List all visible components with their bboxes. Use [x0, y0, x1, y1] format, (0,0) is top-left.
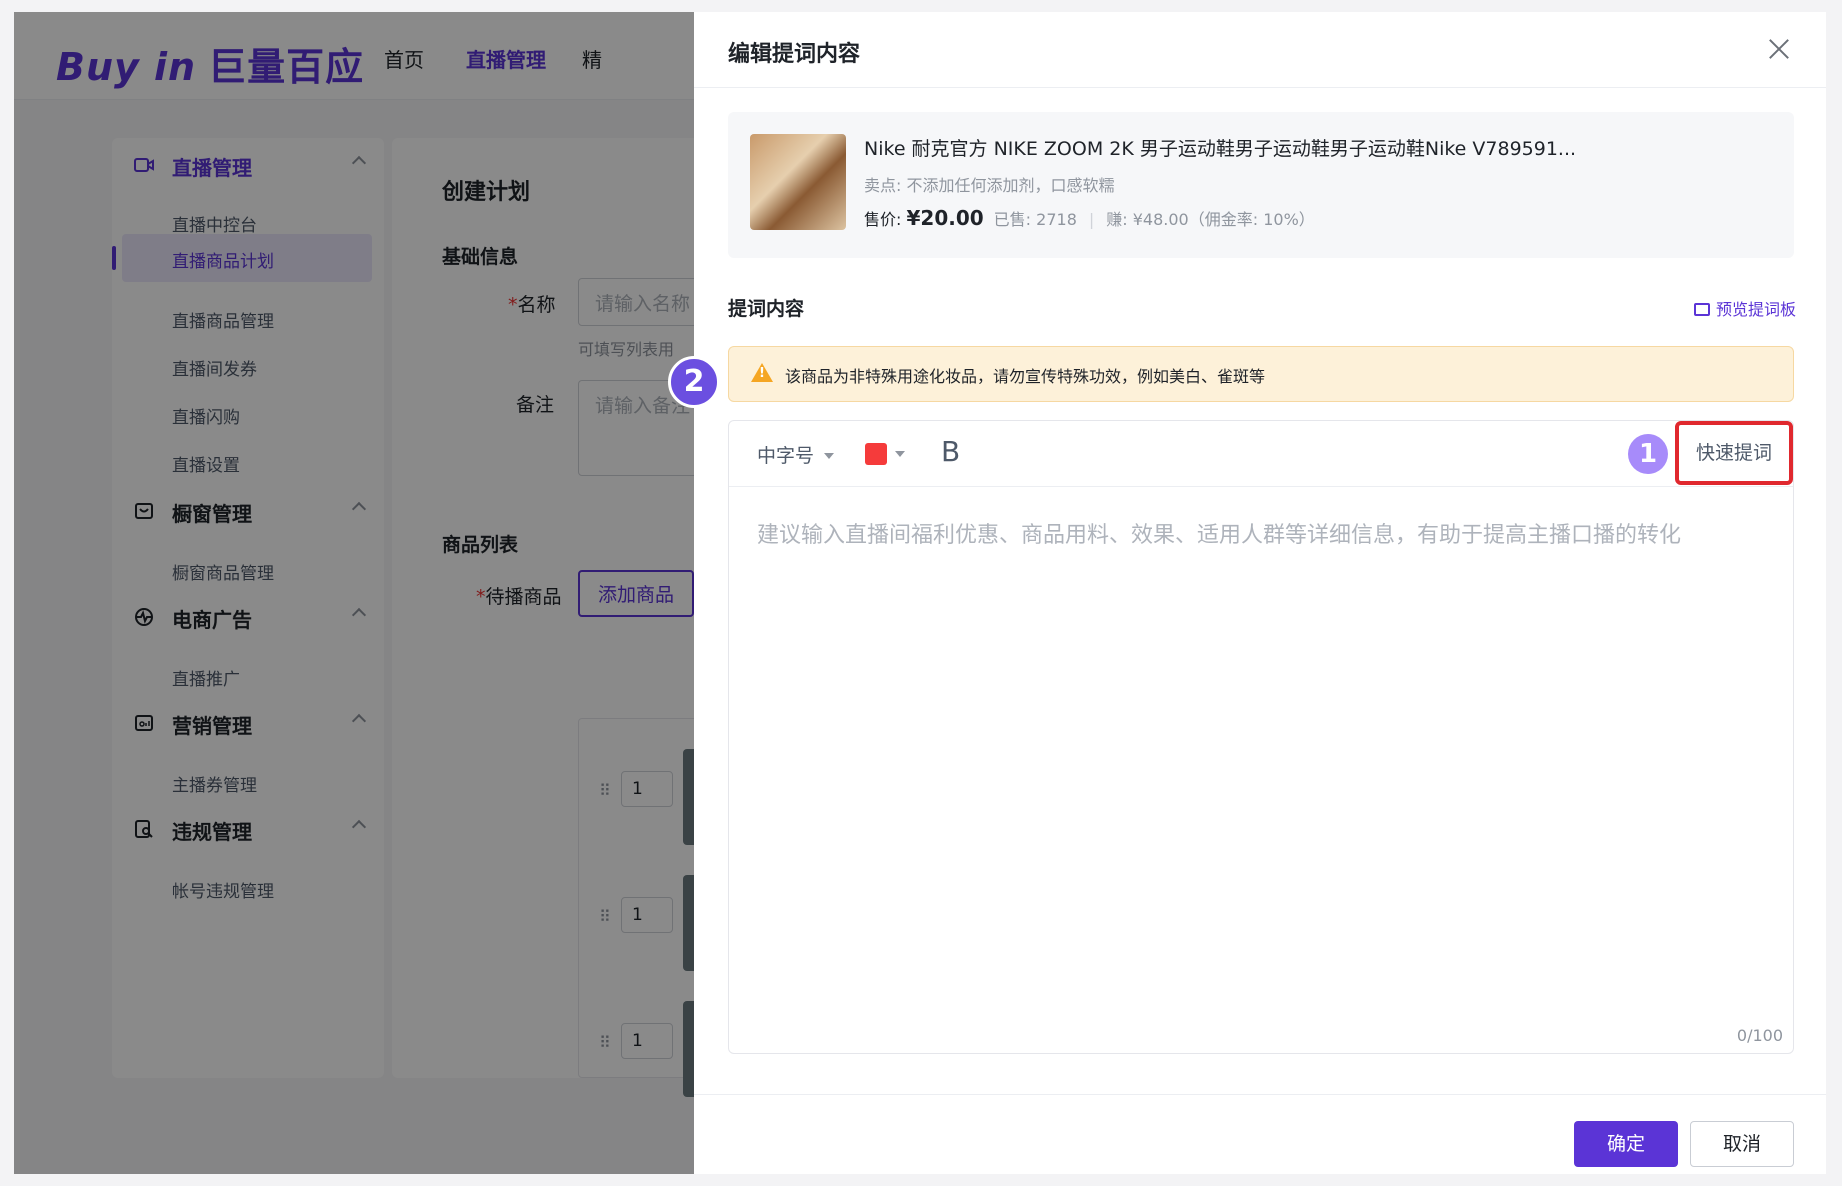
prompt-section-title: 提词内容 [728, 298, 805, 320]
drawer-footer: 确定 取消 [694, 1094, 1826, 1174]
quick-prompt-button[interactable]: 快速提词 [1675, 421, 1793, 485]
prompt-editor[interactable]: 中字号 B 快速提词 建议输入直播间福利优惠、商品用料、效果、适用人群等详细信息… [728, 420, 1794, 1054]
price-value: ¥20.00 [906, 206, 984, 230]
app-window: Buy in 巨量百应 首页 直播管理 精 直播管理 直播中控台 直播商品计划 直… [14, 12, 1826, 1174]
preview-board-link[interactable]: 预览提词板 [1693, 296, 1796, 320]
product-price-line: 售价: ¥20.00 已售: 2718 | 赚: ¥48.00（佣金率: 10%） [864, 206, 1315, 230]
drawer-title: 编辑提词内容 [728, 42, 861, 67]
product-card: Nike 耐克官方 NIKE ZOOM 2K 男子运动鞋男子运动鞋男子运动鞋Ni… [728, 112, 1794, 258]
warning-banner: 该商品为非特殊用途化妆品，请勿宣传特殊功效，例如美白、雀斑等 [728, 346, 1794, 402]
font-size-value: 中字号 [757, 445, 815, 467]
warning-text: 该商品为非特殊用途化妆品，请勿宣传特殊功效，例如美白、雀斑等 [785, 367, 1266, 386]
close-icon[interactable] [1766, 36, 1792, 62]
annotation-badge-1: 1 [1628, 434, 1668, 474]
confirm-button[interactable]: 确定 [1574, 1121, 1678, 1167]
price-label: 售价: [864, 210, 907, 229]
commission-info: 赚: ¥48.00（佣金率: 10%） [1106, 210, 1315, 229]
character-counter: 0/100 [1736, 1026, 1783, 1045]
text-color-swatch[interactable] [865, 443, 887, 465]
caret-down-icon[interactable] [895, 451, 905, 457]
font-size-select[interactable]: 中字号 [757, 441, 835, 468]
drawer-header: 编辑提词内容 [694, 12, 1826, 88]
sold-count: 已售: 2718 [993, 210, 1077, 229]
product-image [750, 134, 846, 230]
product-selling-point: 卖点: 不添加任何添加剂，口感软糯 [864, 176, 1115, 195]
edit-prompt-drawer: 编辑提词内容 Nike 耐克官方 NIKE ZOOM 2K 男子运动鞋男子运动鞋… [694, 12, 1826, 1174]
cancel-button[interactable]: 取消 [1690, 1121, 1794, 1167]
preview-link-label: 预览提词板 [1715, 300, 1796, 319]
monitor-icon [1693, 303, 1710, 316]
annotation-badge-2: 2 [668, 356, 720, 408]
caret-down-icon [824, 453, 835, 459]
editor-placeholder: 建议输入直播间福利优惠、商品用料、效果、适用人群等详细信息，有助于提高主播口播的… [757, 523, 1682, 548]
warning-icon [751, 363, 773, 382]
bold-button[interactable]: B [941, 435, 960, 468]
product-name: Nike 耐克官方 NIKE ZOOM 2K 男子运动鞋男子运动鞋男子运动鞋Ni… [864, 138, 1577, 160]
